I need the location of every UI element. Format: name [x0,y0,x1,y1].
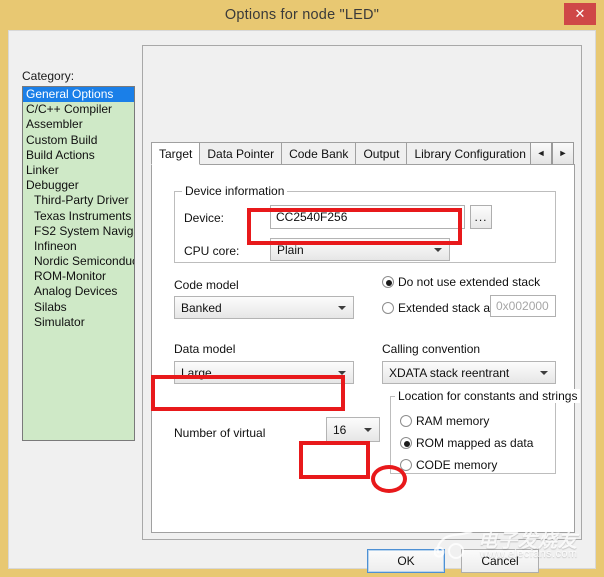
extended-stack-address-input[interactable] [490,295,556,317]
tab-scroll-left-icon[interactable]: ◄ [530,142,552,165]
category-item[interactable]: Nordic Semiconductor [23,254,134,269]
category-item[interactable]: Assembler [23,117,134,132]
chevron-down-icon [540,371,548,375]
code-model-value: Banked [181,297,222,319]
data-model-value: Large [181,362,212,384]
category-item[interactable]: C/C++ Compiler [23,102,134,117]
radio-extended-stack-at[interactable]: Extended stack at: [382,301,497,315]
window-title: Options for node "LED" [0,0,604,30]
radio-label: RAM memory [416,414,489,428]
chevron-down-icon [338,306,346,310]
calling-convention-value: XDATA stack reentrant [389,362,509,384]
number-of-virtual-label: Number of virtual [174,426,265,440]
code-model-label: Code model [174,278,239,292]
dialog-client-area: Category: General OptionsC/C++ CompilerA… [8,30,596,569]
category-item[interactable]: FS2 System Navigator [23,224,134,239]
radio-icon [400,437,412,449]
chevron-down-icon [434,248,442,252]
category-item[interactable]: Custom Build [23,133,134,148]
calling-convention-label: Calling convention [382,342,480,356]
tab-scroll-right-icon[interactable]: ► [552,142,574,165]
radio-no-extended-stack-label: Do not use extended stack [398,275,540,289]
category-item[interactable]: Infineon [23,239,134,254]
category-item[interactable]: Silabs [23,300,134,315]
category-list[interactable]: General OptionsC/C++ CompilerAssemblerCu… [22,86,135,441]
radio-icon [382,302,394,314]
category-item[interactable]: ROM-Monitor [23,269,134,284]
radio-label: CODE memory [416,458,497,472]
close-icon[interactable]: ✕ [564,3,596,25]
radio-icon [400,459,412,471]
options-tab-panel: TargetData PointerCode BankOutputLibrary… [142,45,582,540]
cpu-core-value: Plain [277,239,304,261]
tab-content-target: Device information Device: ... CPU core:… [151,164,575,533]
cpu-core-label: CPU core: [184,244,239,258]
number-of-virtual-value: 16 [333,418,346,442]
radio-icon [382,276,394,288]
tab-code-bank[interactable]: Code Bank [281,142,356,165]
tab-output[interactable]: Output [355,142,407,165]
location-constants-title: Location for constants and strings [395,389,580,403]
code-model-combo[interactable]: Banked [174,296,354,319]
tab-library-configuration[interactable]: Library Configuration [406,142,533,165]
data-model-combo[interactable]: Large [174,361,354,384]
radio-code-memory[interactable]: CODE memory [400,458,497,472]
category-item[interactable]: Linker [23,163,134,178]
chevron-down-icon [338,371,346,375]
radio-label: ROM mapped as data [416,436,533,450]
category-item[interactable]: Simulator [23,315,134,330]
device-information-title: Device information [182,184,287,198]
category-item[interactable]: Analog Devices [23,284,134,299]
category-item[interactable]: Texas Instruments [23,209,134,224]
tab-target[interactable]: Target [151,142,200,165]
category-item[interactable]: Third-Party Driver [23,193,134,208]
radio-rom-mapped-as-data[interactable]: ROM mapped as data [400,436,533,450]
tab-data-pointer[interactable]: Data Pointer [199,142,282,165]
category-label: Category: [22,69,74,83]
device-input[interactable] [270,205,465,229]
radio-extended-stack-at-label: Extended stack at: [398,301,497,315]
category-item[interactable]: General Options [23,87,134,102]
number-of-virtual-combo[interactable]: 16 [326,417,380,442]
radio-no-extended-stack[interactable]: Do not use extended stack [382,275,540,289]
device-browse-button[interactable]: ... [470,205,492,229]
data-model-label: Data model [174,342,235,356]
cpu-core-combo[interactable]: Plain [270,238,450,261]
ok-button[interactable]: OK [367,549,445,573]
calling-convention-combo[interactable]: XDATA stack reentrant [382,361,556,384]
device-label: Device: [184,211,224,225]
cancel-button[interactable]: Cancel [461,549,539,573]
title-bar: Options for node "LED" ✕ [0,0,604,30]
radio-ram-memory[interactable]: RAM memory [400,414,489,428]
radio-icon [400,415,412,427]
options-dialog: Options for node "LED" ✕ Category: Gener… [0,0,604,577]
category-item[interactable]: Build Actions [23,148,134,163]
category-item[interactable]: Debugger [23,178,134,193]
chevron-down-icon [364,428,372,432]
tab-strip: TargetData PointerCode BankOutputLibrary… [151,142,575,165]
